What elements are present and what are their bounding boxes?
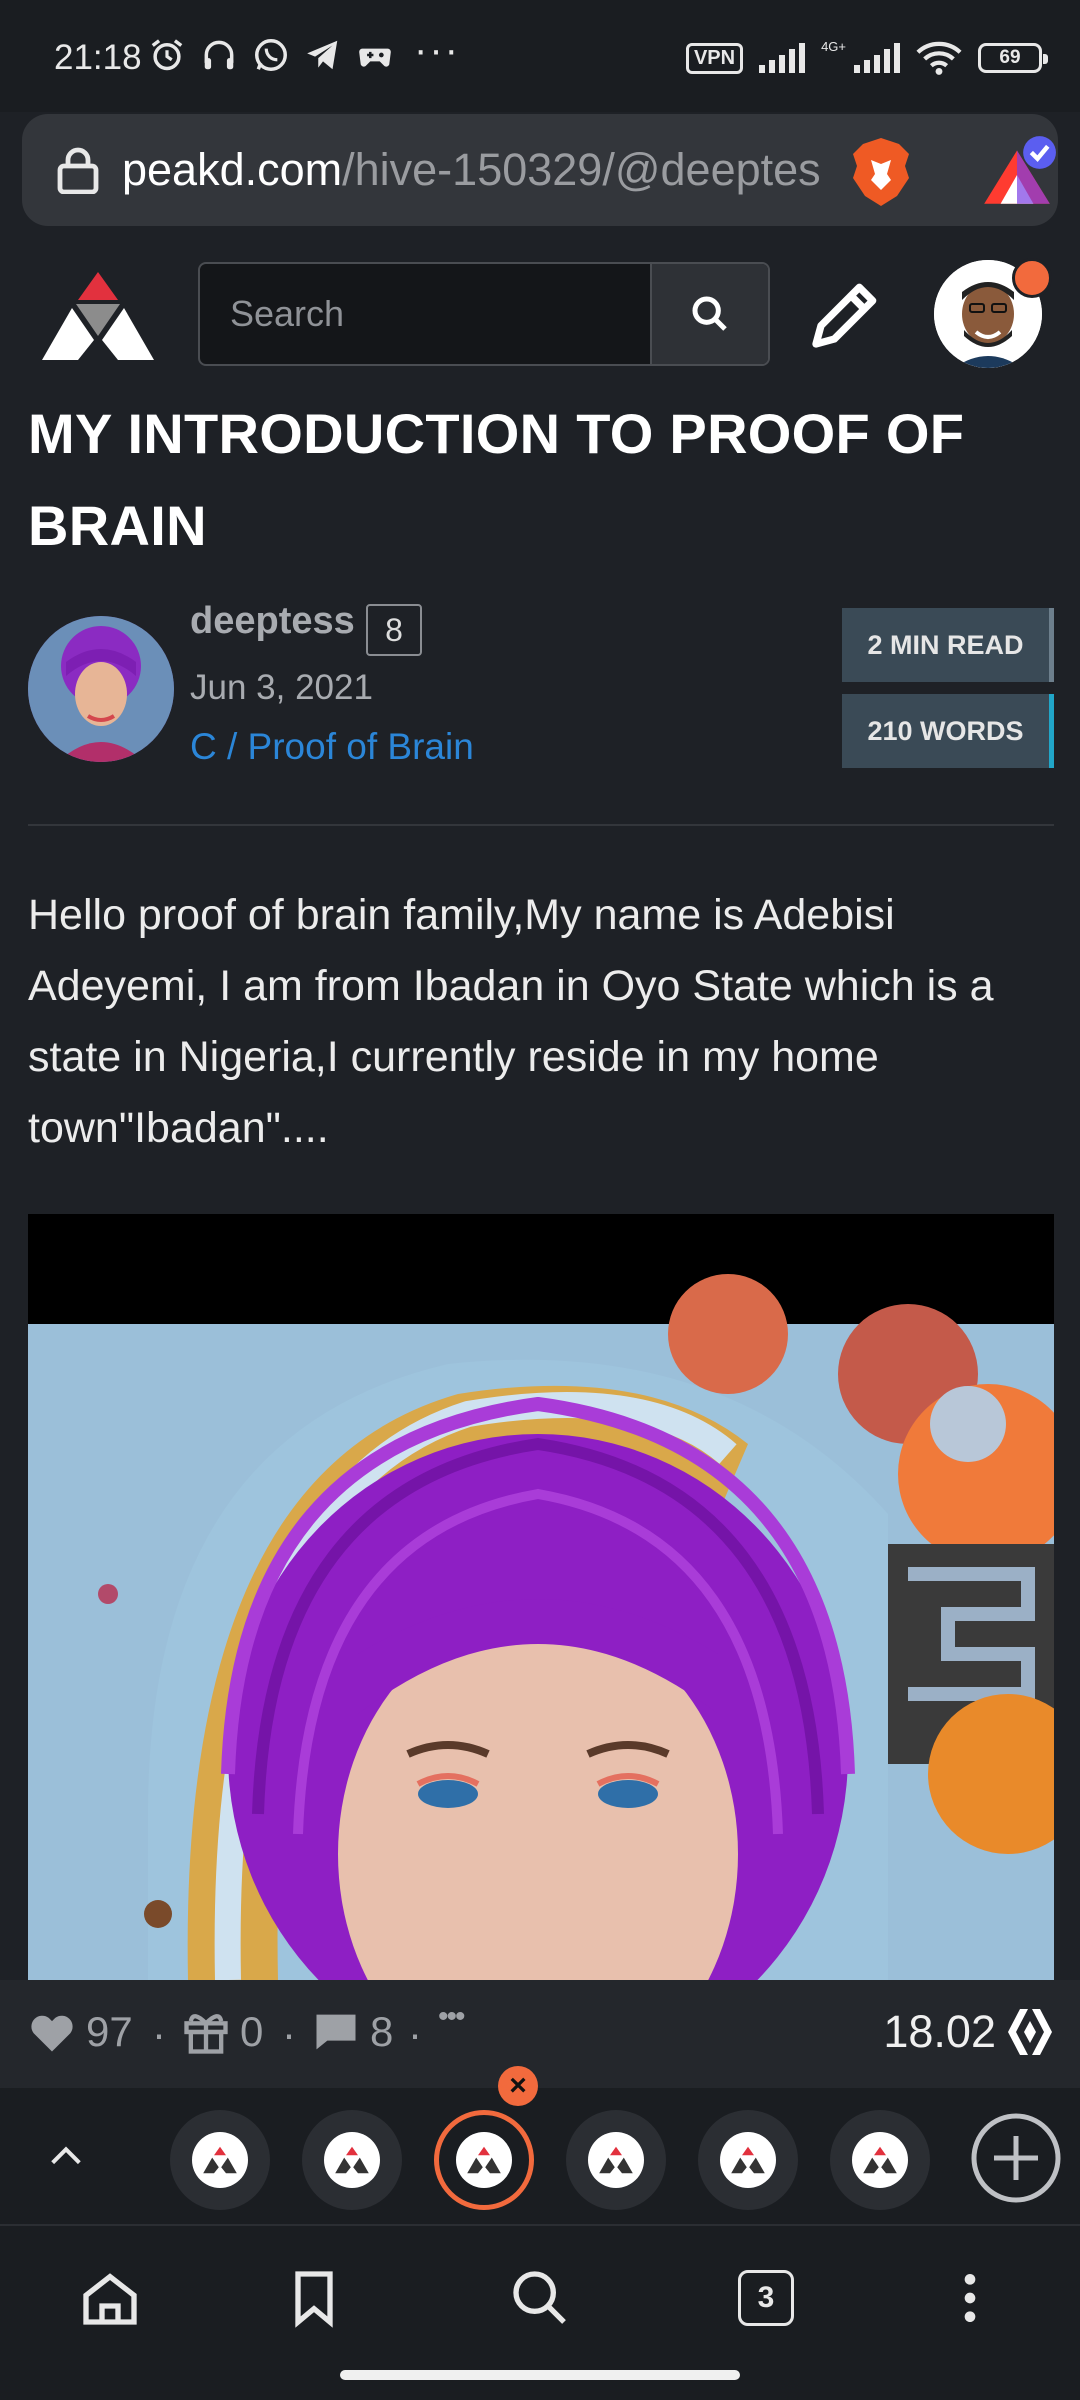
url-path: /hive-150329/@deeptes [342, 144, 821, 195]
home-icon[interactable] [78, 2266, 142, 2330]
write-post-icon[interactable] [806, 274, 886, 354]
comment-icon [316, 2014, 356, 2050]
vote-count: 97 [86, 2008, 133, 2055]
peakd-tab-icon [192, 2132, 248, 2188]
post-date: Jun 3, 2021 [190, 668, 373, 707]
menu-dots-icon[interactable] [938, 2266, 1002, 2330]
new-tab-plus-icon[interactable] [970, 2112, 1062, 2204]
status-more-icon: ··· [414, 28, 460, 72]
tip-button[interactable]: 0 [180, 2006, 263, 2058]
more-options-button[interactable]: ••• [438, 2000, 465, 2034]
brave-rewards-icon[interactable] [976, 134, 1058, 212]
post-title: MY INTRODUCTION TO PROOF OF BRAIN [28, 402, 965, 557]
network-type: 4G+ [821, 38, 846, 54]
alarm-icon [151, 39, 183, 71]
gift-icon [184, 2014, 228, 2054]
status-notification-icons [148, 36, 394, 74]
vpn-badge: VPN [685, 42, 744, 74]
bookmark-icon[interactable] [282, 2266, 346, 2330]
headphones-icon [204, 40, 234, 70]
tab-strip [0, 2088, 1080, 2224]
whatsapp-icon [255, 39, 287, 71]
payout-amount[interactable]: 18.02 [883, 2006, 1054, 2058]
tab-item-active[interactable] [434, 2110, 534, 2210]
post-photo [28, 1214, 1054, 1980]
signal-icon [759, 43, 806, 73]
tab-item-6[interactable] [830, 2110, 930, 2210]
search-input[interactable] [200, 264, 650, 364]
tab-item-2[interactable] [302, 2110, 402, 2210]
read-time-badge: 2 MIN READ [842, 608, 1054, 682]
status-system-icons: VPN 4G+ 69 [685, 38, 1048, 76]
upvote-button[interactable]: 97 [26, 2006, 133, 2058]
game-controller-icon [359, 48, 391, 67]
tabs-count-button[interactable]: 3 [738, 2270, 794, 2326]
payout-value: 18.02 [883, 2006, 996, 2057]
peakd-tab-icon [852, 2132, 908, 2188]
url-domain: peakd.com [122, 144, 343, 195]
wifi-icon [916, 41, 962, 75]
hive-icon [1008, 2009, 1052, 2055]
author-avatar-image [28, 616, 174, 762]
signal-icon-2 [854, 43, 900, 73]
battery-icon: 69 [978, 43, 1048, 73]
close-tab-icon[interactable]: × [498, 2066, 538, 2106]
divider [28, 824, 1054, 826]
community-link[interactable]: C / Proof of Brain [190, 726, 474, 768]
tab-item-4[interactable] [566, 2110, 666, 2210]
status-time: 21:18 [54, 38, 142, 77]
word-count-badge: 210 WORDS [842, 694, 1054, 768]
post-image[interactable] [28, 1214, 1054, 1980]
app-header [0, 244, 1080, 380]
home-indicator[interactable] [340, 2370, 740, 2380]
chevron-up-icon[interactable] [44, 2136, 88, 2176]
address-bar[interactable]: peakd.com/hive-150329/@deeptes [22, 114, 1058, 226]
telegram-icon [307, 40, 338, 70]
search-icon [692, 296, 727, 331]
peakd-logo-icon[interactable] [38, 268, 158, 364]
notification-dot [1012, 258, 1052, 298]
tab-item-5[interactable] [698, 2110, 798, 2210]
tab-item-1[interactable] [170, 2110, 270, 2210]
peakd-tab-icon [324, 2132, 380, 2188]
url-text[interactable]: peakd.com/hive-150329/@deeptes [122, 144, 822, 196]
search-button[interactable] [650, 264, 768, 364]
separator-dot: · [408, 2010, 422, 2057]
peakd-tab-icon [720, 2132, 776, 2188]
author-avatar[interactable] [28, 616, 174, 762]
heart-icon [31, 2015, 73, 2052]
reputation-badge: 8 [366, 604, 422, 656]
comment-count: 8 [370, 2008, 394, 2055]
peakd-tab-icon [456, 2132, 512, 2188]
gift-count: 0 [240, 2008, 264, 2055]
lock-icon [57, 147, 99, 194]
post-body: Hello proof of brain family,My name is A… [28, 891, 994, 1152]
comment-button[interactable]: 8 [310, 2006, 393, 2058]
status-bar: 21:18 ··· VPN 4G+ 69 [0, 0, 1080, 112]
post-action-bar: 97 · 0 · 8 · ••• 18.02 [0, 1980, 1080, 2088]
separator-dot: · [152, 2010, 166, 2057]
separator-dot: · [282, 2010, 296, 2057]
search-nav-icon[interactable] [508, 2266, 572, 2330]
author-name[interactable]: deeptess [190, 600, 355, 643]
search-box [198, 262, 770, 366]
peakd-tab-icon [588, 2132, 644, 2188]
brave-shields-icon[interactable] [848, 136, 914, 208]
